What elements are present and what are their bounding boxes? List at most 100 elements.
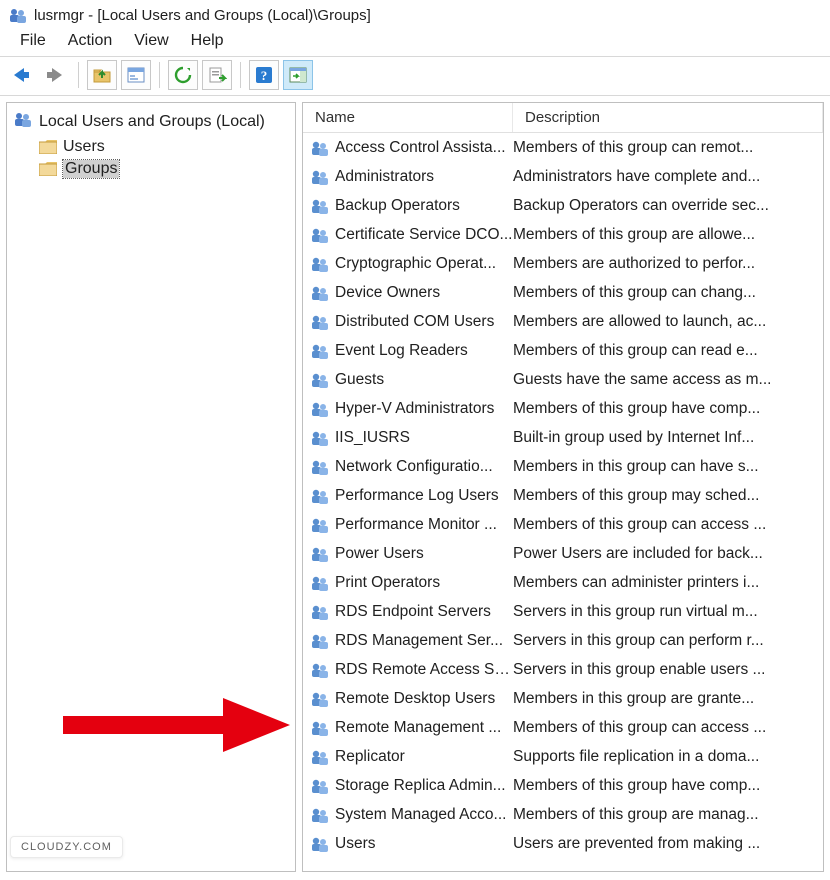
list-item-name: Certificate Service DCO... xyxy=(335,226,513,244)
list-item-description: Members can administer printers i... xyxy=(513,574,823,592)
list-item[interactable]: ReplicatorSupports file replication in a… xyxy=(303,742,823,771)
list-item-description: Members of this group can remot... xyxy=(513,139,823,157)
toolbar-separator xyxy=(159,62,160,88)
list-item-name: Users xyxy=(335,835,513,853)
app-icon xyxy=(8,5,28,25)
list-item[interactable]: Remote Management ...Members of this gro… xyxy=(303,713,823,742)
list-item[interactable]: RDS Management Ser...Servers in this gro… xyxy=(303,626,823,655)
list-item[interactable]: System Managed Acco...Members of this gr… xyxy=(303,800,823,829)
list-item[interactable]: Network Configuratio...Members in this g… xyxy=(303,452,823,481)
list-item[interactable]: Distributed COM UsersMembers are allowed… xyxy=(303,307,823,336)
list-item[interactable]: IIS_IUSRSBuilt-in group used by Internet… xyxy=(303,423,823,452)
list-item[interactable]: RDS Remote Access Se...Servers in this g… xyxy=(303,655,823,684)
group-icon xyxy=(309,574,331,592)
list-item-description: Members in this group are grante... xyxy=(513,690,823,708)
group-icon xyxy=(309,603,331,621)
list-item-description: Servers in this group can perform r... xyxy=(513,632,823,650)
toolbar: ? xyxy=(0,56,830,96)
list-item[interactable]: Power UsersPower Users are included for … xyxy=(303,539,823,568)
list-item-description: Built-in group used by Internet Inf... xyxy=(513,429,823,447)
list-item-name: RDS Remote Access Se... xyxy=(335,661,513,679)
list-item-description: Members in this group can have s... xyxy=(513,458,823,476)
group-icon xyxy=(309,284,331,302)
tree-root-label: Local Users and Groups (Local) xyxy=(39,113,265,131)
toolbar-separator xyxy=(78,62,79,88)
list-item[interactable]: Print OperatorsMembers can administer pr… xyxy=(303,568,823,597)
tree-node-groups[interactable]: Groups xyxy=(9,158,293,180)
menu-bar: File Action View Help xyxy=(0,28,830,56)
list-item[interactable]: AdministratorsAdministrators have comple… xyxy=(303,162,823,191)
list-item-description: Servers in this group enable users ... xyxy=(513,661,823,679)
list-item-name: Performance Monitor ... xyxy=(335,516,513,534)
show-hide-action-pane-button[interactable] xyxy=(283,60,313,90)
list-item[interactable]: GuestsGuests have the same access as m..… xyxy=(303,365,823,394)
group-icon xyxy=(309,806,331,824)
list-item[interactable]: Access Control Assista...Members of this… xyxy=(303,133,823,162)
group-icon xyxy=(309,371,331,389)
column-header-description[interactable]: Description xyxy=(513,103,823,132)
forward-button[interactable] xyxy=(40,60,70,90)
list-item[interactable]: Event Log ReadersMembers of this group c… xyxy=(303,336,823,365)
list-item-description: Members of this group can access ... xyxy=(513,719,823,737)
list-item-name: Event Log Readers xyxy=(335,342,513,360)
group-icon xyxy=(309,197,331,215)
group-icon xyxy=(309,139,331,157)
list-item-name: Backup Operators xyxy=(335,197,513,215)
menu-file[interactable]: File xyxy=(20,32,46,50)
list-item[interactable]: Remote Desktop UsersMembers in this grou… xyxy=(303,684,823,713)
group-icon xyxy=(309,313,331,331)
list-item-name: Distributed COM Users xyxy=(335,313,513,331)
group-icon xyxy=(309,516,331,534)
list-item[interactable]: Hyper-V AdministratorsMembers of this gr… xyxy=(303,394,823,423)
work-area: Local Users and Groups (Local) Users Gro… xyxy=(0,96,830,878)
list-item-name: Network Configuratio... xyxy=(335,458,513,476)
list-item-description: Guests have the same access as m... xyxy=(513,371,823,389)
group-icon xyxy=(309,400,331,418)
group-icon xyxy=(309,429,331,447)
list-item[interactable]: UsersUsers are prevented from making ... xyxy=(303,829,823,858)
users-groups-icon xyxy=(13,109,33,134)
list-item-description: Members of this group have comp... xyxy=(513,777,823,795)
svg-text:?: ? xyxy=(261,68,268,83)
menu-help[interactable]: Help xyxy=(191,32,224,50)
list-item[interactable]: Certificate Service DCO...Members of thi… xyxy=(303,220,823,249)
list-item-description: Members of this group can access ... xyxy=(513,516,823,534)
column-header-name[interactable]: Name xyxy=(303,103,513,132)
back-button[interactable] xyxy=(6,60,36,90)
list-item-description: Members of this group can chang... xyxy=(513,284,823,302)
list-item-description: Members of this group have comp... xyxy=(513,400,823,418)
list-item-name: Performance Log Users xyxy=(335,487,513,505)
list-item-name: Storage Replica Admin... xyxy=(335,777,513,795)
list-item-description: Servers in this group run virtual m... xyxy=(513,603,823,621)
menu-action[interactable]: Action xyxy=(68,32,112,50)
list-item[interactable]: RDS Endpoint ServersServers in this grou… xyxy=(303,597,823,626)
list-item-name: Remote Desktop Users xyxy=(335,690,513,708)
export-list-button[interactable] xyxy=(202,60,232,90)
up-folder-button[interactable] xyxy=(87,60,117,90)
tree-root-node[interactable]: Local Users and Groups (Local) xyxy=(9,107,293,136)
list-item[interactable]: Backup OperatorsBackup Operators can ove… xyxy=(303,191,823,220)
list-item-description: Members of this group are allowe... xyxy=(513,226,823,244)
group-icon xyxy=(309,168,331,186)
list-item[interactable]: Storage Replica Admin...Members of this … xyxy=(303,771,823,800)
menu-view[interactable]: View xyxy=(134,32,168,50)
list-item-name: IIS_IUSRS xyxy=(335,429,513,447)
group-icon xyxy=(309,777,331,795)
group-icon xyxy=(309,661,331,679)
tree-pane[interactable]: Local Users and Groups (Local) Users Gro… xyxy=(6,102,296,872)
list-item[interactable]: Performance Monitor ...Members of this g… xyxy=(303,510,823,539)
list-item[interactable]: Cryptographic Operat...Members are autho… xyxy=(303,249,823,278)
help-button[interactable]: ? xyxy=(249,60,279,90)
list-item-description: Members of this group can read e... xyxy=(513,342,823,360)
list-pane: Name Description Access Control Assista.… xyxy=(302,102,824,872)
refresh-button[interactable] xyxy=(168,60,198,90)
list-item[interactable]: Performance Log UsersMembers of this gro… xyxy=(303,481,823,510)
properties-button[interactable] xyxy=(121,60,151,90)
list-item-description: Members are allowed to launch, ac... xyxy=(513,313,823,331)
list-body[interactable]: Access Control Assista...Members of this… xyxy=(303,133,823,871)
group-icon xyxy=(309,748,331,766)
tree-node-users[interactable]: Users xyxy=(9,136,293,158)
list-item[interactable]: Device OwnersMembers of this group can c… xyxy=(303,278,823,307)
group-icon xyxy=(309,690,331,708)
list-item-description: Members are authorized to perfor... xyxy=(513,255,823,273)
